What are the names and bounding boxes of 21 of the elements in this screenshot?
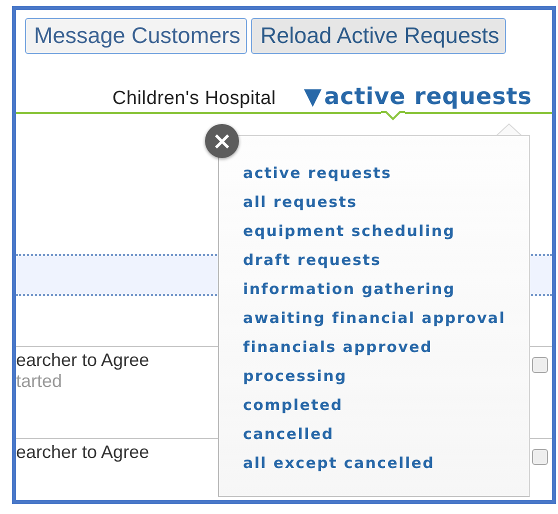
- request-status: tarted: [16, 371, 64, 392]
- menu-item[interactable]: financials approved: [243, 337, 529, 366]
- request-title: earcher to Agree: [16, 442, 150, 463]
- toolbar-button[interactable]: Reload Active Requests: [251, 18, 506, 54]
- request-title: earcher to Agree: [16, 350, 150, 371]
- menu-item[interactable]: information gathering: [243, 279, 529, 308]
- organization-name: Children's Hospital: [112, 88, 276, 110]
- menu-item[interactable]: completed: [243, 395, 529, 424]
- menu-item[interactable]: equipment scheduling: [243, 221, 529, 250]
- menu-item[interactable]: cancelled: [243, 424, 529, 453]
- toolbar-button[interactable]: Message Customers: [25, 18, 248, 54]
- menu-item[interactable]: all requests: [243, 192, 529, 221]
- row-checkbox[interactable]: [532, 357, 548, 373]
- menu-item[interactable]: all except cancelled: [243, 453, 529, 482]
- menu-item[interactable]: draft requests: [243, 250, 529, 279]
- filter-dropdown[interactable]: ▼active requests: [304, 84, 532, 110]
- menu-item[interactable]: active requests: [243, 163, 529, 192]
- menu-item[interactable]: awaiting financial approval: [243, 308, 529, 337]
- menu-item[interactable]: processing: [243, 366, 529, 395]
- row-checkbox[interactable]: [532, 449, 548, 465]
- close-button[interactable]: ×: [205, 124, 239, 158]
